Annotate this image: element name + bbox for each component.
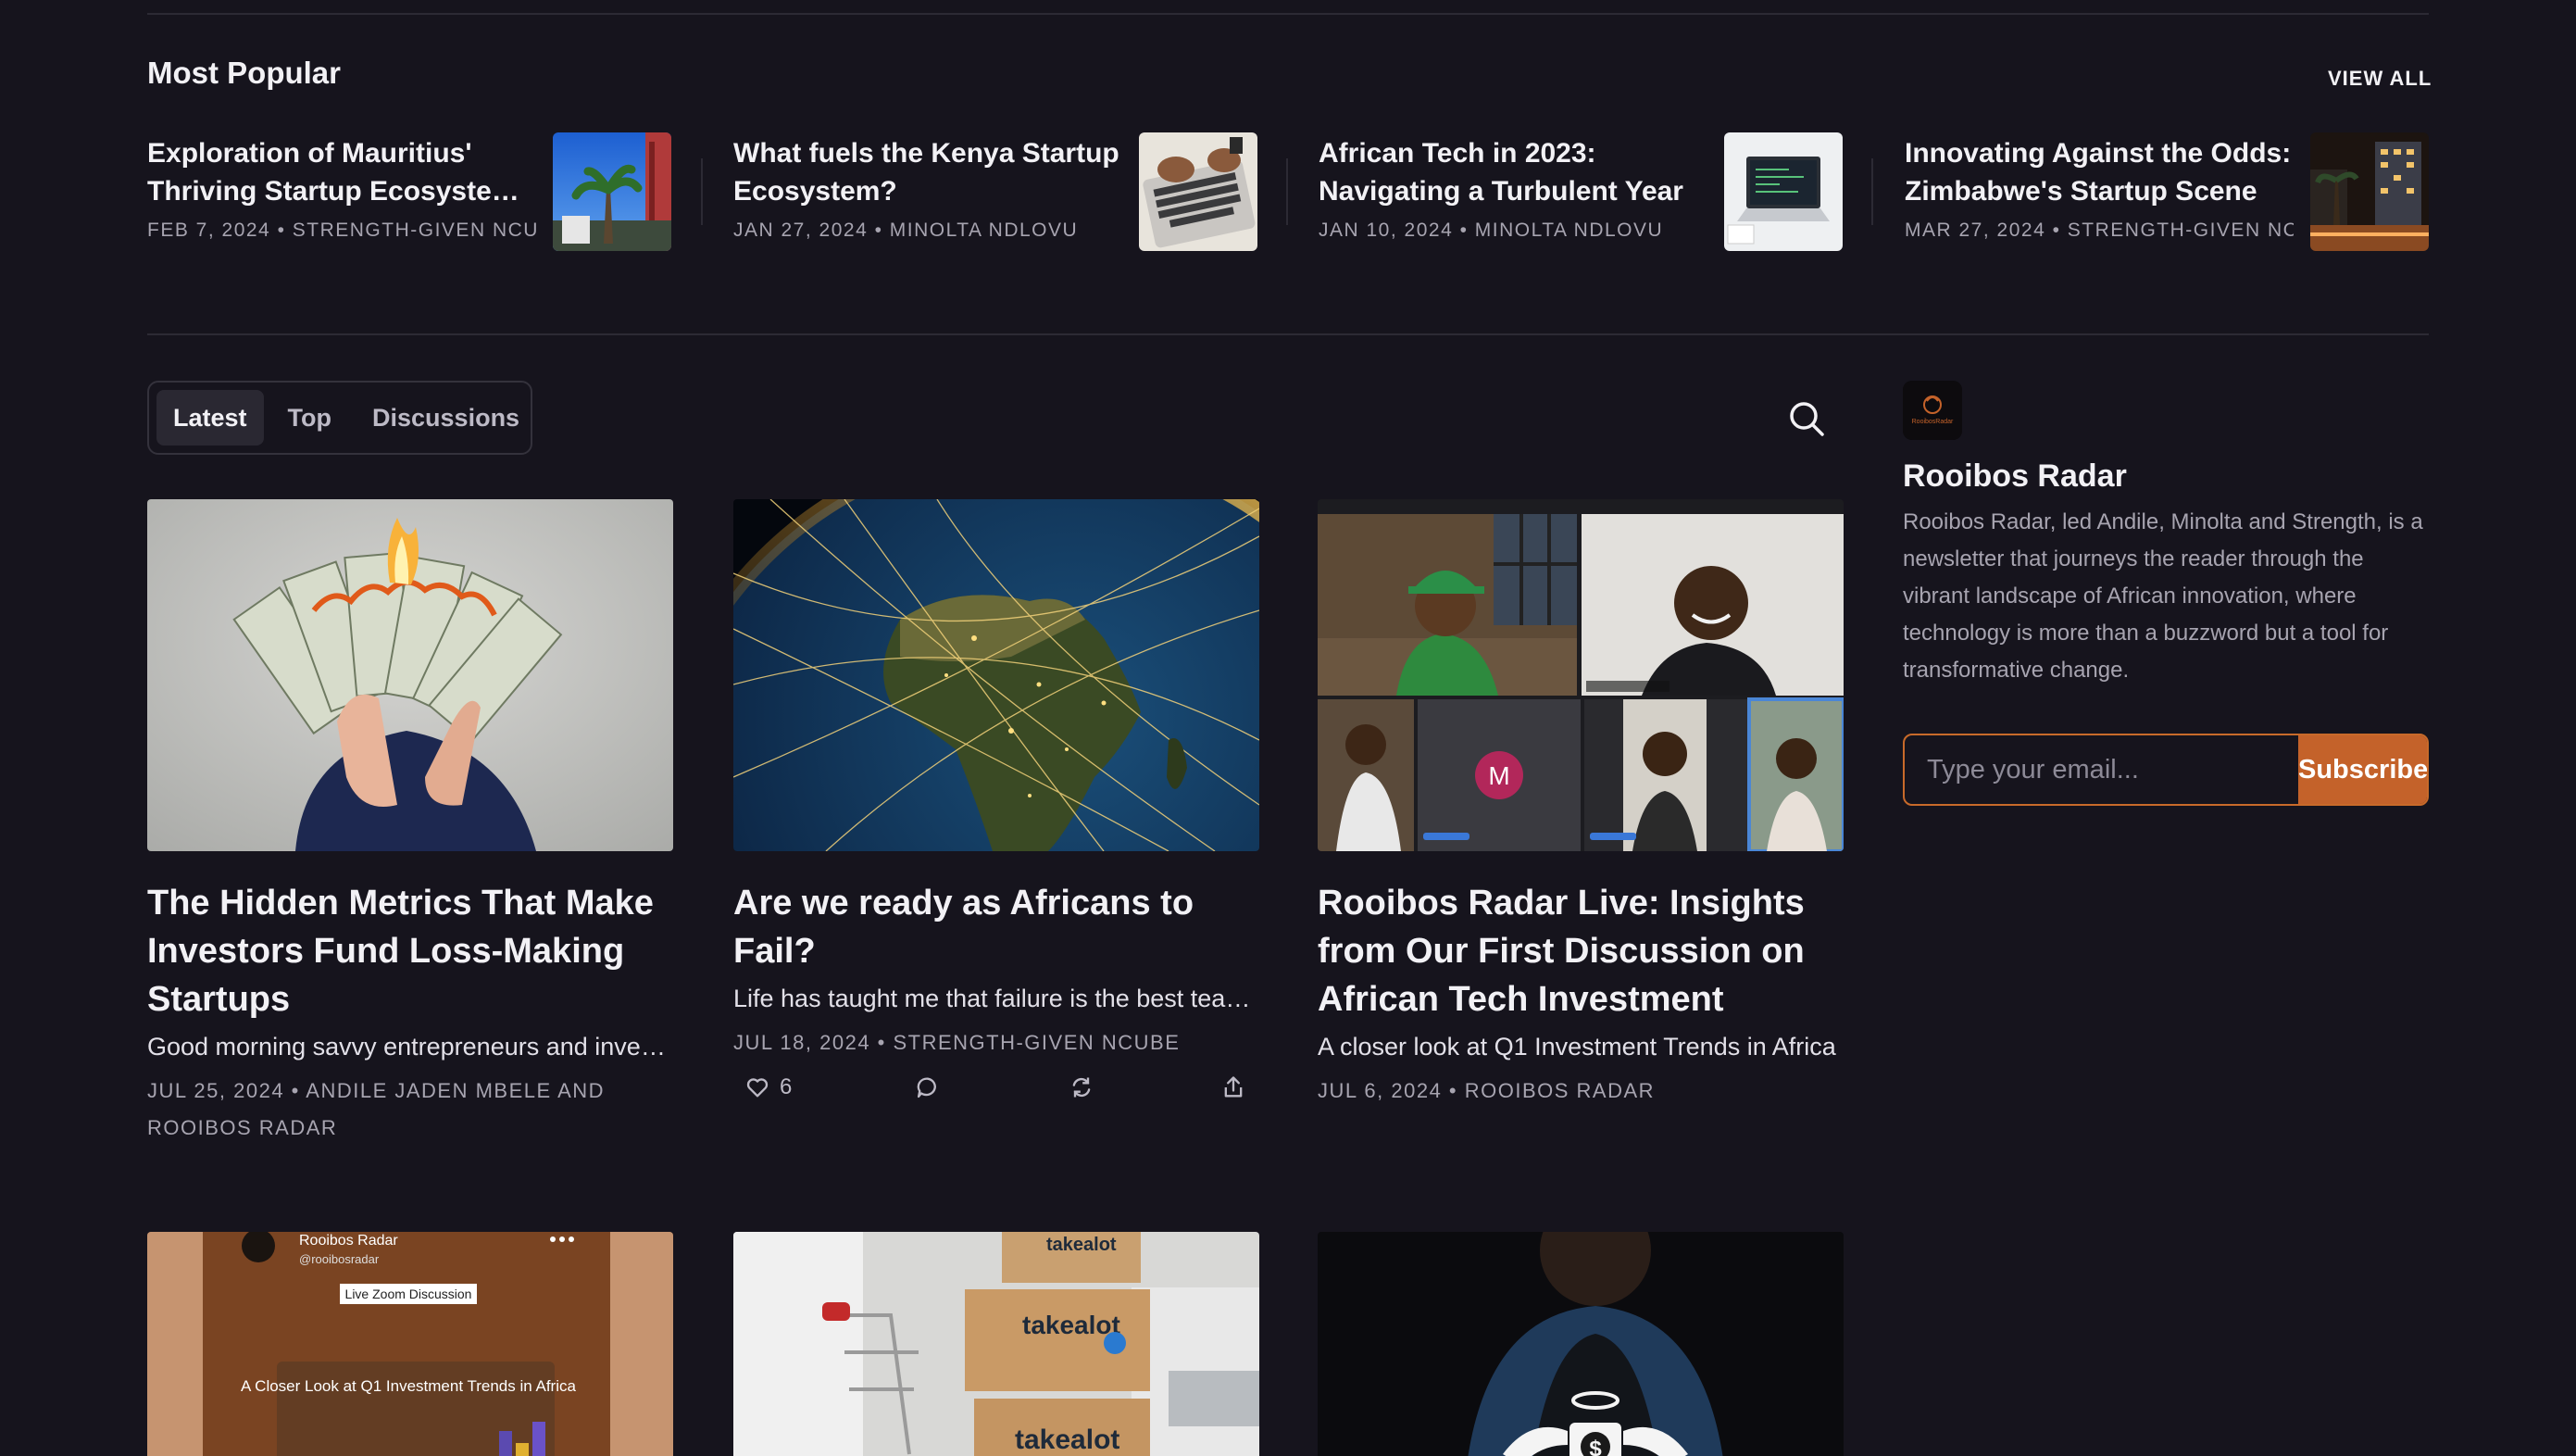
most-popular-list: Exploration of Mauritius' Thriving Start… xyxy=(147,132,2429,253)
emblem-symbol: $ xyxy=(1589,1437,1602,1456)
post-image[interactable] xyxy=(733,499,1259,851)
popular-item-thumbnail[interactable] xyxy=(1724,132,1843,251)
popular-item-title[interactable]: African Tech in 2023: Navigating a Turbu… xyxy=(1319,134,1707,210)
share-icon xyxy=(1224,1076,1243,1098)
overlay-tag: Live Zoom Discussion xyxy=(345,1287,472,1301)
popular-item[interactable]: African Tech in 2023: Navigating a Turbu… xyxy=(1319,132,1843,253)
like-button[interactable]: 6 xyxy=(744,1074,792,1100)
restack-icon xyxy=(1072,1077,1091,1098)
box-brand: takealot xyxy=(1015,1425,1119,1455)
heart-icon xyxy=(746,1078,769,1098)
publication-description: Rooibos Radar, led Andile, Minolta and S… xyxy=(1903,509,2423,683)
post-title[interactable]: The Hidden Metrics That Make Investors F… xyxy=(147,879,673,1023)
post-card[interactable]: The Hidden Metrics That Make Investors F… xyxy=(147,499,673,1147)
most-popular-title: Most Popular xyxy=(147,56,342,90)
subscribe-button[interactable]: Subscribe xyxy=(2298,735,2427,804)
popular-separator xyxy=(1871,158,1873,225)
post-image[interactable] xyxy=(147,499,673,851)
post-card[interactable]: M Rooibos Radar Live: Insights from Our … xyxy=(1318,499,1844,1110)
post-tabs: Latest Top Discussions xyxy=(147,381,532,455)
popular-item-meta: FEB 7, 2024 • STRENGTH-GIVEN NCUBE xyxy=(147,220,536,241)
comment-button[interactable] xyxy=(915,1074,941,1100)
post-card[interactable]: takealot takealot takealot xyxy=(733,1232,1259,1456)
restack-button[interactable] xyxy=(1069,1074,1094,1100)
popular-item-thumbnail[interactable] xyxy=(2310,132,2429,251)
popular-item[interactable]: Innovating Against the Odds: Zimbabwe's … xyxy=(1905,132,2429,253)
popular-item[interactable]: What fuels the Kenya Startup Ecosystem? … xyxy=(733,132,1257,253)
tab-latest[interactable]: Latest xyxy=(156,390,264,446)
post-card[interactable]: Are we ready as Africans to Fail? Life h… xyxy=(733,499,1259,1108)
overlay-subhandle: @rooibosradar xyxy=(299,1252,380,1266)
comment-icon xyxy=(917,1077,936,1098)
post-title[interactable]: Are we ready as Africans to Fail? xyxy=(733,879,1259,975)
video-avatar-letter: M xyxy=(1488,761,1509,790)
popular-item-thumbnail[interactable] xyxy=(1139,132,1257,251)
top-divider xyxy=(147,13,2429,15)
popular-item-title[interactable]: Exploration of Mauritius' Thriving Start… xyxy=(147,134,536,210)
box-brand: takealot xyxy=(1046,1235,1117,1255)
popular-item-thumbnail[interactable] xyxy=(553,132,671,251)
post-actions: 6 xyxy=(733,1074,1259,1108)
post-card[interactable]: Rooibos Radar @rooibosradar Live Zoom Di… xyxy=(147,1232,673,1456)
logo-wordmark: RooibosRadar xyxy=(1912,419,1954,425)
popular-item-meta: JAN 10, 2024 • MINOLTA NDLOVU xyxy=(1319,220,1664,241)
section-divider xyxy=(147,333,2429,335)
post-subtitle: Good morning savvy entrepreneurs and inv… xyxy=(147,1033,673,1061)
popular-item-meta: MAR 27, 2024 • STRENGTH-GIVEN NCUBE xyxy=(1905,220,2294,241)
email-input[interactable] xyxy=(1905,735,2298,804)
popular-separator xyxy=(701,158,703,225)
post-image[interactable]: M xyxy=(1318,499,1844,851)
post-meta: JUL 6, 2024 • ROOIBOS RADAR xyxy=(1318,1079,1656,1102)
popular-item[interactable]: Exploration of Mauritius' Thriving Start… xyxy=(147,132,671,253)
subscribe-form: Subscribe xyxy=(1903,734,2429,806)
popular-item-title[interactable]: Innovating Against the Odds: Zimbabwe's … xyxy=(1905,134,2294,210)
popular-separator xyxy=(1286,158,1288,225)
box-brand: takealot xyxy=(1022,1311,1120,1339)
post-card[interactable]: $ xyxy=(1318,1232,1844,1456)
overlay-title: A Closer Look at Q1 Investment Trends in… xyxy=(241,1377,576,1395)
overlay-handle: Rooibos Radar xyxy=(299,1233,398,1249)
view-all-link[interactable]: VIEW ALL xyxy=(2328,67,2432,91)
publication-name[interactable]: Rooibos Radar xyxy=(1903,458,2127,495)
share-button[interactable] xyxy=(1220,1074,1246,1100)
search-icon[interactable] xyxy=(1787,399,1826,438)
popular-item-meta: JAN 27, 2024 • MINOLTA NDLOVU xyxy=(733,220,1079,241)
tab-discussions[interactable]: Discussions xyxy=(356,390,536,446)
post-subtitle: A closer look at Q1 Investment Trends in… xyxy=(1318,1033,1836,1061)
post-title[interactable]: Rooibos Radar Live: Insights from Our Fi… xyxy=(1318,879,1844,1023)
tab-top[interactable]: Top xyxy=(271,390,348,446)
like-count: 6 xyxy=(780,1074,793,1099)
post-subtitle: Life has taught me that failure is the b… xyxy=(733,985,1259,1012)
publication-logo[interactable]: RooibosRadar xyxy=(1903,381,1962,440)
post-meta: JUL 18, 2024 • STRENGTH-GIVEN NCUBE xyxy=(733,1031,1181,1054)
post-meta: JUL 25, 2024 • ANDILE JADEN MBELE AND RO… xyxy=(147,1079,606,1139)
popular-item-title[interactable]: What fuels the Kenya Startup Ecosystem? xyxy=(733,134,1122,210)
